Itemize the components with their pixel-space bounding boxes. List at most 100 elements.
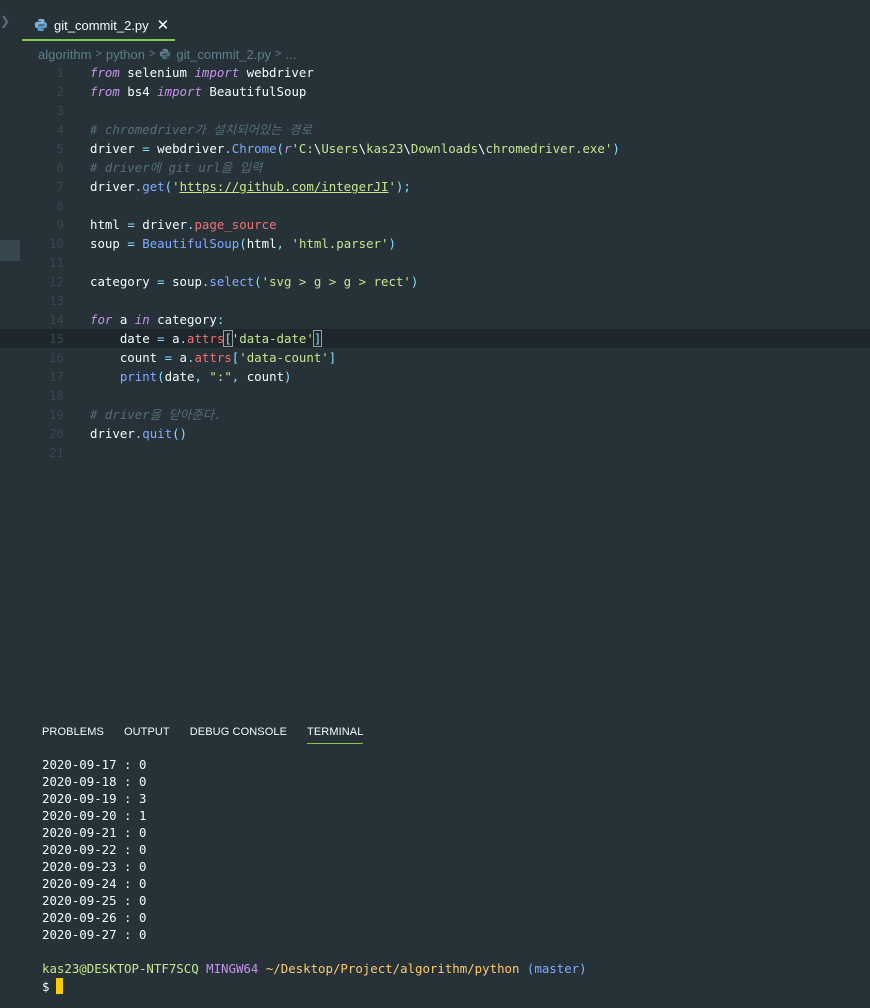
tab-debug-console[interactable]: DEBUG CONSOLE bbox=[190, 726, 287, 744]
code-line[interactable]: 13 bbox=[0, 291, 870, 310]
tab-label: git_commit_2.py bbox=[54, 17, 149, 33]
code-text: soup = BeautifulSoup(html, 'html.parser'… bbox=[90, 234, 396, 253]
code-line[interactable]: 2 from bs4 import BeautifulSoup bbox=[0, 82, 870, 101]
breadcrumb-item-more[interactable]: ... bbox=[285, 47, 296, 62]
code-token: : bbox=[216, 312, 225, 327]
terminal-line: 2020-09-23 : 0 bbox=[42, 859, 147, 874]
line-number: 8 bbox=[56, 198, 64, 213]
code-line[interactable]: 11 bbox=[0, 253, 870, 272]
code-token: 'svg > g > g > rect' bbox=[261, 274, 411, 289]
line-number: 13 bbox=[49, 293, 64, 308]
code-token: 'html.parser' bbox=[291, 236, 389, 251]
code-token: import bbox=[157, 84, 202, 99]
code-token: a bbox=[164, 331, 180, 346]
code-token: Downloads bbox=[410, 141, 479, 156]
line-number: 1 bbox=[56, 65, 64, 80]
code-token: = bbox=[127, 236, 135, 251]
code-line[interactable]: 16 count = a.attrs['data-count'] bbox=[0, 348, 870, 367]
chevron-right-icon: > bbox=[275, 48, 282, 60]
code-text: driver.get('https://github.com/integerJI… bbox=[90, 177, 411, 196]
code-line[interactable]: 19 # driver을 닫아준다. bbox=[0, 405, 870, 424]
python-icon bbox=[34, 18, 48, 32]
prompt-path: ~/Desktop/Project/algorithm/python bbox=[265, 961, 520, 976]
code-token: # driver을 닫아준다. bbox=[90, 407, 222, 422]
code-line[interactable]: 5 driver = webdriver.Chrome(r'C:\Users\ka… bbox=[0, 139, 870, 158]
prompt-system: MINGW64 bbox=[206, 961, 259, 976]
code-line[interactable]: 8 bbox=[0, 196, 870, 215]
tab-terminal[interactable]: TERMINAL bbox=[307, 726, 364, 744]
code-token: webdriver bbox=[239, 65, 314, 80]
terminal-line: 2020-09-24 : 0 bbox=[42, 876, 147, 891]
line-number: 4 bbox=[56, 122, 64, 137]
code-line[interactable]: 3 bbox=[0, 101, 870, 120]
terminal-line: 2020-09-21 : 0 bbox=[42, 825, 147, 840]
code-token: ' bbox=[172, 179, 180, 194]
code-token: () bbox=[172, 426, 187, 441]
editor-tab-bar: ❯ git_commit_2.py ✕ bbox=[0, 0, 870, 42]
close-icon[interactable]: ✕ bbox=[157, 18, 170, 33]
code-editor[interactable]: 1 from selenium import webdriver 2 from bs4… bbox=[0, 63, 870, 463]
code-token: driver bbox=[90, 141, 143, 156]
code-token: ( bbox=[276, 141, 284, 156]
code-token: 'data-count' bbox=[239, 350, 329, 365]
code-token: = bbox=[157, 331, 165, 346]
code-token: ( bbox=[164, 179, 173, 194]
breadcrumb-item-file[interactable]: git_commit_2.py bbox=[176, 47, 271, 62]
code-token: 'data-date' bbox=[231, 331, 314, 346]
code-token: html bbox=[90, 217, 128, 232]
breadcrumb-item-algorithm[interactable]: algorithm bbox=[38, 47, 91, 62]
code-line[interactable]: 18 bbox=[0, 386, 870, 405]
line-number: 14 bbox=[49, 312, 64, 327]
line-number: 2 bbox=[56, 84, 64, 99]
code-text: # driver을 닫아준다. bbox=[90, 405, 222, 424]
code-line[interactable]: 6 # driver에 git url을 입력 bbox=[0, 158, 870, 177]
breadcrumb: algorithm > python > git_commit_2.py > .… bbox=[38, 45, 296, 63]
code-token: BeautifulSoup bbox=[142, 236, 240, 251]
code-token: = bbox=[164, 350, 173, 365]
panel-tabs: PROBLEMS OUTPUT DEBUG CONSOLE TERMINAL bbox=[42, 726, 383, 744]
code-token: quit bbox=[142, 426, 173, 441]
code-token: Users bbox=[321, 141, 359, 156]
code-token: ] bbox=[312, 330, 323, 347]
chevron-right-icon: > bbox=[95, 48, 102, 60]
terminal-output[interactable]: 2020-09-17 : 0 2020-09-18 : 0 2020-09-19 :… bbox=[42, 756, 862, 943]
tab-output[interactable]: OUTPUT bbox=[124, 726, 170, 744]
code-line[interactable]: 4 # chromedriver가 설치되어있는 경로 bbox=[0, 120, 870, 139]
tab-git-commit-2[interactable]: git_commit_2.py ✕ bbox=[22, 11, 175, 41]
code-text: print(date, ":", count) bbox=[90, 367, 292, 386]
code-line[interactable]: 15 date = a.attrs['data-date'] bbox=[0, 329, 870, 348]
code-line[interactable]: 17 print(date, ":", count) bbox=[0, 367, 870, 386]
terminal-line: 2020-09-22 : 0 bbox=[42, 842, 147, 857]
prompt-user: kas23@DESKTOP-NTF7SCQ bbox=[42, 961, 199, 976]
code-text: for a in category: bbox=[90, 310, 224, 329]
code-line[interactable]: 10 soup = BeautifulSoup(html, 'html.parse… bbox=[0, 234, 870, 253]
code-token: ) bbox=[284, 369, 292, 384]
code-text: date = a.attrs['data-date'] bbox=[90, 329, 323, 348]
code-line[interactable]: 9 html = driver.page_source bbox=[0, 215, 870, 234]
line-number: 3 bbox=[56, 103, 64, 118]
code-token: driver bbox=[90, 179, 135, 194]
terminal-input-line[interactable]: $ bbox=[42, 978, 64, 994]
code-token: category bbox=[90, 274, 158, 289]
terminal-line: 2020-09-18 : 0 bbox=[42, 774, 147, 789]
code-token: # chromedriver가 설치되어있는 경로 bbox=[90, 122, 312, 137]
code-token: a bbox=[172, 350, 187, 365]
code-line[interactable]: 21 bbox=[0, 443, 870, 462]
code-line[interactable]: 20 driver.quit() bbox=[0, 424, 870, 443]
breadcrumb-item-python[interactable]: python bbox=[106, 47, 145, 62]
code-token: attrs bbox=[194, 350, 232, 365]
code-token: ); bbox=[395, 179, 411, 194]
code-line[interactable]: 14 for a in category: bbox=[0, 310, 870, 329]
tab-problems[interactable]: PROBLEMS bbox=[42, 726, 104, 744]
code-text: html = driver.page_source bbox=[90, 215, 277, 234]
code-token: ' bbox=[388, 179, 396, 194]
code-line[interactable]: 7 driver.get('https://github.com/integerJ… bbox=[0, 177, 870, 196]
scroll-left-icon[interactable]: ❯ bbox=[0, 14, 10, 28]
code-line[interactable]: 1 from selenium import webdriver bbox=[0, 63, 870, 82]
code-text: # chromedriver가 설치되어있는 경로 bbox=[90, 120, 312, 139]
code-token: \ bbox=[478, 141, 486, 156]
code-token: ( bbox=[239, 236, 247, 251]
code-line[interactable]: 12 category = soup.select('svg > g > g > … bbox=[0, 272, 870, 291]
code-text: driver.quit() bbox=[90, 424, 187, 443]
